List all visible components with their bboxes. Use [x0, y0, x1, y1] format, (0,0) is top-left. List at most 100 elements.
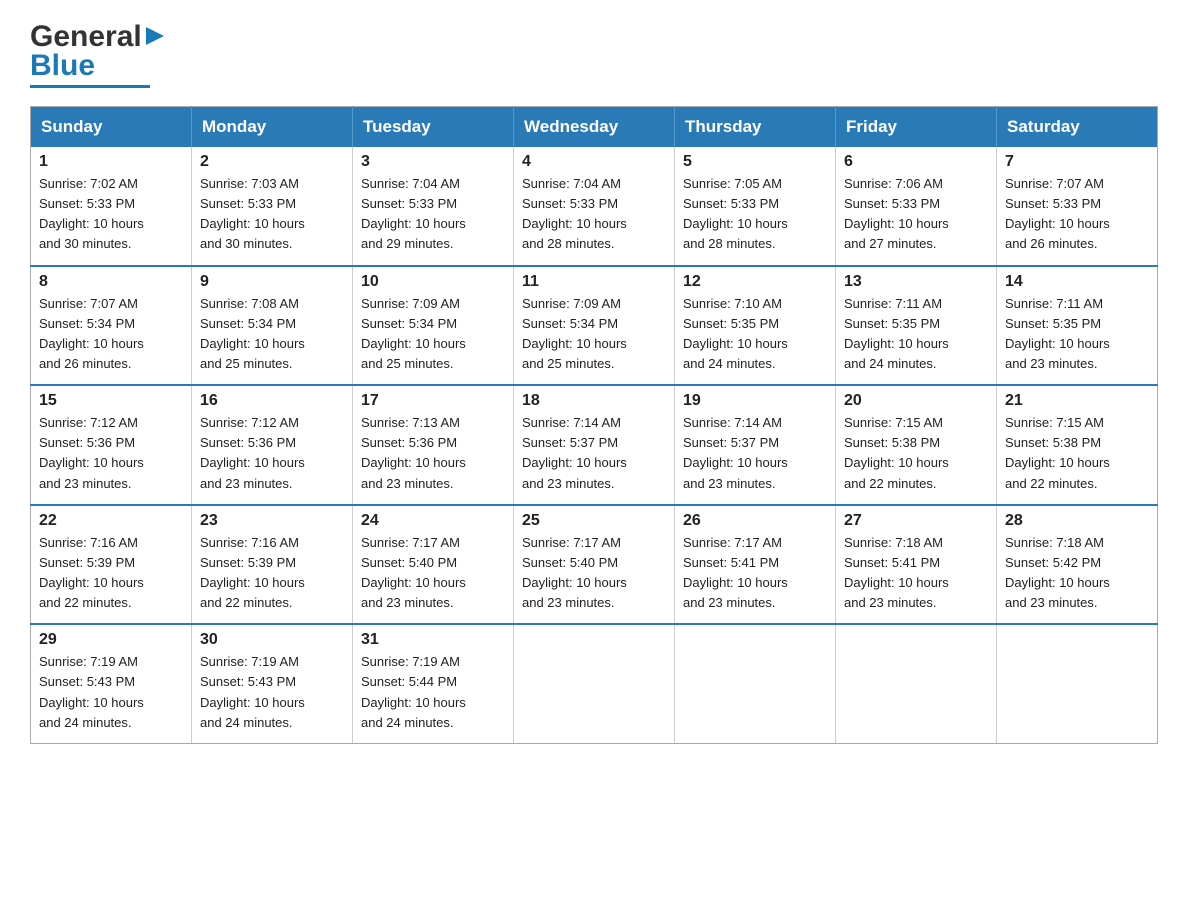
- calendar-week-row: 15 Sunrise: 7:12 AMSunset: 5:36 PMDaylig…: [31, 385, 1158, 505]
- calendar-header-row: SundayMondayTuesdayWednesdayThursdayFrid…: [31, 107, 1158, 148]
- day-number: 12: [683, 273, 827, 291]
- calendar-cell: 23 Sunrise: 7:16 AMSunset: 5:39 PMDaylig…: [192, 505, 353, 625]
- day-info: Sunrise: 7:11 AMSunset: 5:35 PMDaylight:…: [844, 294, 988, 375]
- calendar-cell: 22 Sunrise: 7:16 AMSunset: 5:39 PMDaylig…: [31, 505, 192, 625]
- day-info: Sunrise: 7:14 AMSunset: 5:37 PMDaylight:…: [522, 413, 666, 494]
- calendar-cell: 28 Sunrise: 7:18 AMSunset: 5:42 PMDaylig…: [997, 505, 1158, 625]
- calendar-cell: 11 Sunrise: 7:09 AMSunset: 5:34 PMDaylig…: [514, 266, 675, 386]
- calendar-cell: 8 Sunrise: 7:07 AMSunset: 5:34 PMDayligh…: [31, 266, 192, 386]
- calendar-cell: 13 Sunrise: 7:11 AMSunset: 5:35 PMDaylig…: [836, 266, 997, 386]
- day-info: Sunrise: 7:19 AMSunset: 5:43 PMDaylight:…: [200, 652, 344, 733]
- day-number: 26: [683, 512, 827, 530]
- day-number: 21: [1005, 392, 1149, 410]
- day-info: Sunrise: 7:18 AMSunset: 5:41 PMDaylight:…: [844, 533, 988, 614]
- calendar-cell: 20 Sunrise: 7:15 AMSunset: 5:38 PMDaylig…: [836, 385, 997, 505]
- header-thursday: Thursday: [675, 107, 836, 148]
- day-number: 30: [200, 631, 344, 649]
- day-number: 3: [361, 153, 505, 171]
- day-number: 13: [844, 273, 988, 291]
- calendar-week-row: 8 Sunrise: 7:07 AMSunset: 5:34 PMDayligh…: [31, 266, 1158, 386]
- day-info: Sunrise: 7:07 AMSunset: 5:33 PMDaylight:…: [1005, 174, 1149, 255]
- day-info: Sunrise: 7:13 AMSunset: 5:36 PMDaylight:…: [361, 413, 505, 494]
- logo-triangle-icon: [144, 25, 166, 47]
- calendar-cell: [514, 624, 675, 743]
- calendar-cell: 29 Sunrise: 7:19 AMSunset: 5:43 PMDaylig…: [31, 624, 192, 743]
- calendar-cell: [997, 624, 1158, 743]
- day-number: 5: [683, 153, 827, 171]
- header-saturday: Saturday: [997, 107, 1158, 148]
- calendar-cell: 5 Sunrise: 7:05 AMSunset: 5:33 PMDayligh…: [675, 147, 836, 266]
- day-info: Sunrise: 7:11 AMSunset: 5:35 PMDaylight:…: [1005, 294, 1149, 375]
- day-info: Sunrise: 7:05 AMSunset: 5:33 PMDaylight:…: [683, 174, 827, 255]
- calendar-cell: 16 Sunrise: 7:12 AMSunset: 5:36 PMDaylig…: [192, 385, 353, 505]
- day-number: 20: [844, 392, 988, 410]
- day-info: Sunrise: 7:04 AMSunset: 5:33 PMDaylight:…: [522, 174, 666, 255]
- calendar-cell: 18 Sunrise: 7:14 AMSunset: 5:37 PMDaylig…: [514, 385, 675, 505]
- logo-underline: [30, 85, 150, 88]
- day-number: 1: [39, 153, 183, 171]
- day-info: Sunrise: 7:02 AMSunset: 5:33 PMDaylight:…: [39, 174, 183, 255]
- day-info: Sunrise: 7:17 AMSunset: 5:40 PMDaylight:…: [361, 533, 505, 614]
- header-wednesday: Wednesday: [514, 107, 675, 148]
- day-info: Sunrise: 7:15 AMSunset: 5:38 PMDaylight:…: [844, 413, 988, 494]
- day-info: Sunrise: 7:09 AMSunset: 5:34 PMDaylight:…: [522, 294, 666, 375]
- day-number: 11: [522, 273, 666, 291]
- day-info: Sunrise: 7:12 AMSunset: 5:36 PMDaylight:…: [200, 413, 344, 494]
- calendar-cell: 4 Sunrise: 7:04 AMSunset: 5:33 PMDayligh…: [514, 147, 675, 266]
- calendar-cell: 26 Sunrise: 7:17 AMSunset: 5:41 PMDaylig…: [675, 505, 836, 625]
- day-info: Sunrise: 7:19 AMSunset: 5:43 PMDaylight:…: [39, 652, 183, 733]
- day-number: 8: [39, 273, 183, 291]
- calendar-cell: 7 Sunrise: 7:07 AMSunset: 5:33 PMDayligh…: [997, 147, 1158, 266]
- day-number: 25: [522, 512, 666, 530]
- logo: General Blue: [30, 20, 166, 88]
- calendar-cell: 19 Sunrise: 7:14 AMSunset: 5:37 PMDaylig…: [675, 385, 836, 505]
- header-sunday: Sunday: [31, 107, 192, 148]
- calendar-cell: 10 Sunrise: 7:09 AMSunset: 5:34 PMDaylig…: [353, 266, 514, 386]
- calendar-cell: 12 Sunrise: 7:10 AMSunset: 5:35 PMDaylig…: [675, 266, 836, 386]
- day-info: Sunrise: 7:14 AMSunset: 5:37 PMDaylight:…: [683, 413, 827, 494]
- day-info: Sunrise: 7:04 AMSunset: 5:33 PMDaylight:…: [361, 174, 505, 255]
- calendar-cell: [836, 624, 997, 743]
- calendar-cell: 15 Sunrise: 7:12 AMSunset: 5:36 PMDaylig…: [31, 385, 192, 505]
- day-number: 31: [361, 631, 505, 649]
- day-info: Sunrise: 7:16 AMSunset: 5:39 PMDaylight:…: [39, 533, 183, 614]
- calendar-cell: 1 Sunrise: 7:02 AMSunset: 5:33 PMDayligh…: [31, 147, 192, 266]
- header-tuesday: Tuesday: [353, 107, 514, 148]
- calendar-cell: 17 Sunrise: 7:13 AMSunset: 5:36 PMDaylig…: [353, 385, 514, 505]
- calendar-cell: 3 Sunrise: 7:04 AMSunset: 5:33 PMDayligh…: [353, 147, 514, 266]
- calendar-week-row: 1 Sunrise: 7:02 AMSunset: 5:33 PMDayligh…: [31, 147, 1158, 266]
- logo-blue: Blue: [30, 49, 95, 83]
- day-number: 10: [361, 273, 505, 291]
- day-number: 7: [1005, 153, 1149, 171]
- calendar-cell: 21 Sunrise: 7:15 AMSunset: 5:38 PMDaylig…: [997, 385, 1158, 505]
- calendar-cell: [675, 624, 836, 743]
- day-number: 2: [200, 153, 344, 171]
- day-info: Sunrise: 7:07 AMSunset: 5:34 PMDaylight:…: [39, 294, 183, 375]
- day-info: Sunrise: 7:12 AMSunset: 5:36 PMDaylight:…: [39, 413, 183, 494]
- day-info: Sunrise: 7:08 AMSunset: 5:34 PMDaylight:…: [200, 294, 344, 375]
- day-number: 14: [1005, 273, 1149, 291]
- calendar-cell: 25 Sunrise: 7:17 AMSunset: 5:40 PMDaylig…: [514, 505, 675, 625]
- calendar-table: SundayMondayTuesdayWednesdayThursdayFrid…: [30, 106, 1158, 744]
- calendar-cell: 2 Sunrise: 7:03 AMSunset: 5:33 PMDayligh…: [192, 147, 353, 266]
- day-info: Sunrise: 7:17 AMSunset: 5:41 PMDaylight:…: [683, 533, 827, 614]
- day-number: 29: [39, 631, 183, 649]
- calendar-week-row: 22 Sunrise: 7:16 AMSunset: 5:39 PMDaylig…: [31, 505, 1158, 625]
- day-number: 19: [683, 392, 827, 410]
- day-number: 27: [844, 512, 988, 530]
- day-number: 23: [200, 512, 344, 530]
- day-number: 17: [361, 392, 505, 410]
- day-info: Sunrise: 7:06 AMSunset: 5:33 PMDaylight:…: [844, 174, 988, 255]
- day-info: Sunrise: 7:15 AMSunset: 5:38 PMDaylight:…: [1005, 413, 1149, 494]
- day-number: 6: [844, 153, 988, 171]
- calendar-cell: 30 Sunrise: 7:19 AMSunset: 5:43 PMDaylig…: [192, 624, 353, 743]
- day-number: 16: [200, 392, 344, 410]
- day-info: Sunrise: 7:10 AMSunset: 5:35 PMDaylight:…: [683, 294, 827, 375]
- day-info: Sunrise: 7:09 AMSunset: 5:34 PMDaylight:…: [361, 294, 505, 375]
- header-friday: Friday: [836, 107, 997, 148]
- page-header: General Blue: [30, 20, 1158, 88]
- calendar-cell: 14 Sunrise: 7:11 AMSunset: 5:35 PMDaylig…: [997, 266, 1158, 386]
- calendar-cell: 24 Sunrise: 7:17 AMSunset: 5:40 PMDaylig…: [353, 505, 514, 625]
- day-info: Sunrise: 7:16 AMSunset: 5:39 PMDaylight:…: [200, 533, 344, 614]
- calendar-cell: 6 Sunrise: 7:06 AMSunset: 5:33 PMDayligh…: [836, 147, 997, 266]
